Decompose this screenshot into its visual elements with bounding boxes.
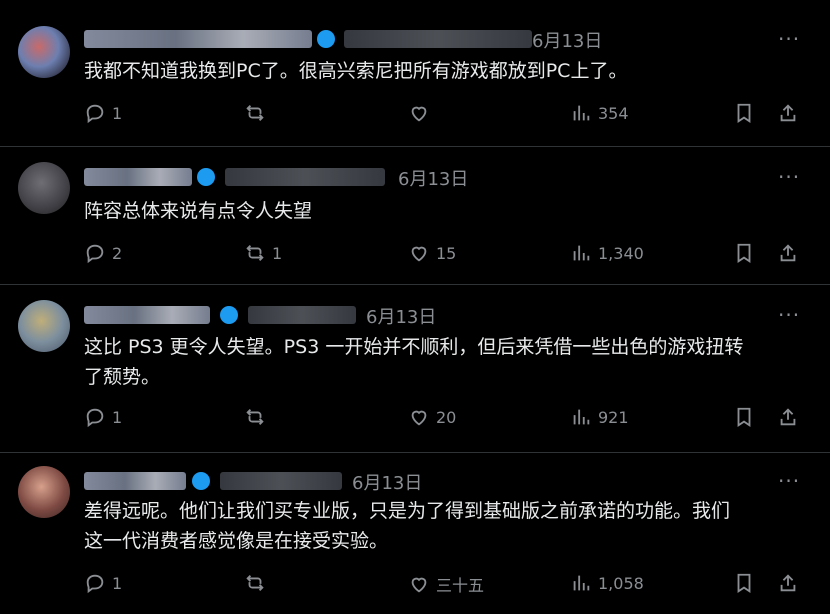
author-handle-blurred[interactable]	[220, 472, 342, 490]
reply-button[interactable]: 1	[84, 572, 122, 594]
post-text-line: 这比 PS3 更令人失望。PS3 一开始并不顺利，但后来凭借一些出色的游戏扭转	[84, 336, 744, 358]
views-icon	[573, 245, 590, 261]
repost-button[interactable]	[244, 406, 272, 428]
like-count: 15	[436, 243, 457, 263]
post-text: 我都不知道我换到PC了。很高兴索尼把所有游戏都放到PC上了。	[84, 56, 627, 86]
author-name-blurred[interactable]	[84, 30, 312, 48]
author-name-blurred[interactable]	[84, 306, 210, 324]
like-icon	[411, 410, 427, 426]
views-button[interactable]: 1,340	[570, 242, 644, 264]
like-button[interactable]: 15	[408, 242, 456, 264]
views-button[interactable]: 1,058	[570, 572, 644, 594]
post-text-line: 了颓势。	[84, 366, 161, 388]
share-button[interactable]	[777, 102, 799, 124]
post-date[interactable]: 6月13日	[366, 303, 436, 329]
post-2[interactable]: 6月13日 ··· 阵容总体来说有点令人失望 2 1 15 1,340	[0, 146, 830, 285]
reply-count: 1	[112, 103, 123, 123]
post-3[interactable]: 6月13日 ··· 这比 PS3 更令人失望。PS3 一开始并不顺利，但后来凭借…	[0, 284, 830, 453]
bookmark-icon	[737, 407, 751, 427]
reply-count: 1	[112, 573, 123, 593]
repost-icon	[246, 409, 264, 425]
reply-count: 2	[112, 243, 123, 263]
like-icon	[411, 106, 427, 122]
verified-badge-icon	[197, 168, 215, 186]
post-text-line: 差得远呢。他们让我们买专业版，只是为了得到基础版之前承诺的功能。我们	[84, 500, 731, 522]
post-text: 阵容总体来说有点令人失望	[84, 196, 312, 226]
share-icon	[780, 104, 796, 122]
avatar[interactable]	[18, 26, 70, 78]
reply-button[interactable]: 1	[84, 102, 122, 124]
verified-badge-icon	[220, 306, 238, 324]
repost-icon	[246, 105, 264, 121]
post-text-line: 我都不知道我换到PC了。很高兴索尼把所有游戏都放到PC上了。	[84, 60, 628, 82]
share-button[interactable]	[777, 572, 799, 594]
avatar[interactable]	[18, 466, 70, 518]
like-button[interactable]	[408, 102, 436, 124]
post-text-line: 阵容总体来说有点令人失望	[84, 200, 313, 222]
views-icon	[573, 105, 590, 121]
views-count: 921	[598, 407, 629, 427]
views-icon	[573, 409, 590, 425]
post-text: 差得远呢。他们让我们买专业版，只是为了得到基础版之前承诺的功能。我们 这一代消费…	[84, 496, 730, 556]
bookmark-button[interactable]	[733, 572, 755, 594]
like-count: 20	[436, 407, 457, 427]
author-handle-blurred[interactable]	[344, 30, 532, 48]
like-icon	[411, 246, 427, 262]
reply-icon	[86, 408, 104, 428]
views-count: 354	[598, 103, 629, 123]
author-name-blurred[interactable]	[84, 472, 186, 490]
more-icon[interactable]: ···	[778, 469, 800, 493]
post-date[interactable]: 6月13日	[532, 27, 602, 53]
reply-button[interactable]: 1	[84, 406, 122, 428]
more-icon[interactable]: ···	[778, 165, 800, 189]
bookmark-button[interactable]	[733, 406, 755, 428]
repost-icon	[246, 575, 264, 591]
reply-icon	[86, 104, 104, 124]
views-count: 1,058	[598, 573, 644, 593]
views-count: 1,340	[598, 243, 644, 263]
repost-icon	[246, 245, 264, 261]
share-icon	[780, 244, 796, 262]
bookmark-button[interactable]	[733, 102, 755, 124]
reply-icon	[86, 574, 104, 594]
author-handle-blurred[interactable]	[248, 306, 356, 324]
repost-count: 1	[272, 243, 283, 263]
share-button[interactable]	[777, 406, 799, 428]
repost-button[interactable]: 1	[244, 242, 282, 264]
like-icon	[411, 577, 427, 593]
verified-badge-icon	[317, 30, 335, 48]
like-button[interactable]: 三十五	[408, 572, 484, 596]
like-button[interactable]: 20	[408, 406, 456, 428]
views-button[interactable]: 921	[570, 406, 629, 428]
share-button[interactable]	[777, 242, 799, 264]
avatar[interactable]	[18, 300, 70, 352]
author-name-blurred[interactable]	[84, 168, 192, 186]
repost-button[interactable]	[244, 102, 272, 124]
share-icon	[780, 574, 796, 592]
bookmark-button[interactable]	[733, 242, 755, 264]
views-icon	[573, 575, 590, 591]
reply-count: 1	[112, 407, 123, 427]
post-1[interactable]: 6月13日 ··· 我都不知道我换到PC了。很高兴索尼把所有游戏都放到PC上了。…	[0, 0, 830, 147]
post-text: 这比 PS3 更令人失望。PS3 一开始并不顺利，但后来凭借一些出色的游戏扭转 …	[84, 332, 743, 392]
like-count: 三十五	[436, 576, 485, 595]
share-icon	[780, 408, 796, 426]
post-4[interactable]: 6月13日 ··· 差得远呢。他们让我们买专业版，只是为了得到基础版之前承诺的功…	[0, 452, 830, 614]
avatar[interactable]	[18, 162, 70, 214]
post-date[interactable]: 6月13日	[398, 165, 468, 191]
more-icon[interactable]: ···	[778, 27, 800, 51]
post-date[interactable]: 6月13日	[352, 469, 422, 495]
reply-button[interactable]: 2	[84, 242, 122, 264]
repost-button[interactable]	[244, 572, 272, 594]
bookmark-icon	[737, 243, 751, 263]
bookmark-icon	[737, 103, 751, 123]
reply-icon	[86, 244, 104, 264]
verified-badge-icon	[192, 472, 210, 490]
author-handle-blurred[interactable]	[225, 168, 385, 186]
bookmark-icon	[737, 573, 751, 593]
post-text-line: 这一代消费者感觉像是在接受实验。	[84, 530, 389, 552]
more-icon[interactable]: ···	[778, 303, 800, 327]
views-button[interactable]: 354	[570, 102, 629, 124]
